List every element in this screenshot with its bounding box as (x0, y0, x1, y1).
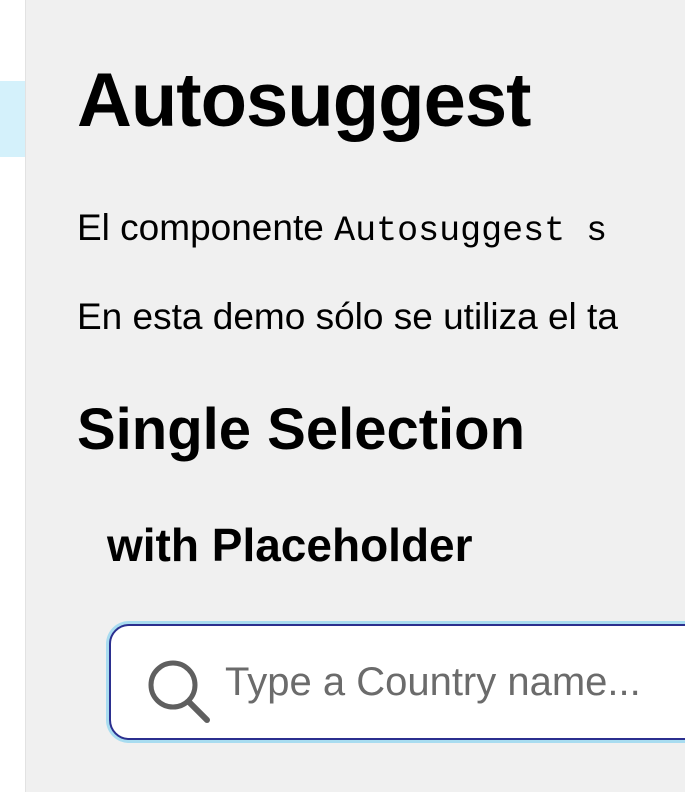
component-name-code: Autosuggest (334, 211, 566, 251)
main-content: Autosuggest El componente Autosuggest s … (26, 0, 685, 792)
sidebar (0, 0, 26, 792)
page-title: Autosuggest (77, 58, 531, 143)
country-search-input[interactable] (225, 652, 685, 712)
intro-paragraph: El componente Autosuggest s (77, 206, 607, 253)
section-title: Single Selection (77, 397, 525, 462)
autosuggest-search-box[interactable] (109, 624, 685, 740)
sidebar-item-active[interactable] (0, 81, 25, 157)
intro-text-continued: s (565, 211, 608, 251)
demo-note: En esta demo sólo se utiliza el ta (77, 296, 618, 337)
subsection-title: with Placeholder (107, 519, 473, 571)
intro-text: El componente (77, 207, 335, 248)
search-icon (145, 658, 213, 726)
